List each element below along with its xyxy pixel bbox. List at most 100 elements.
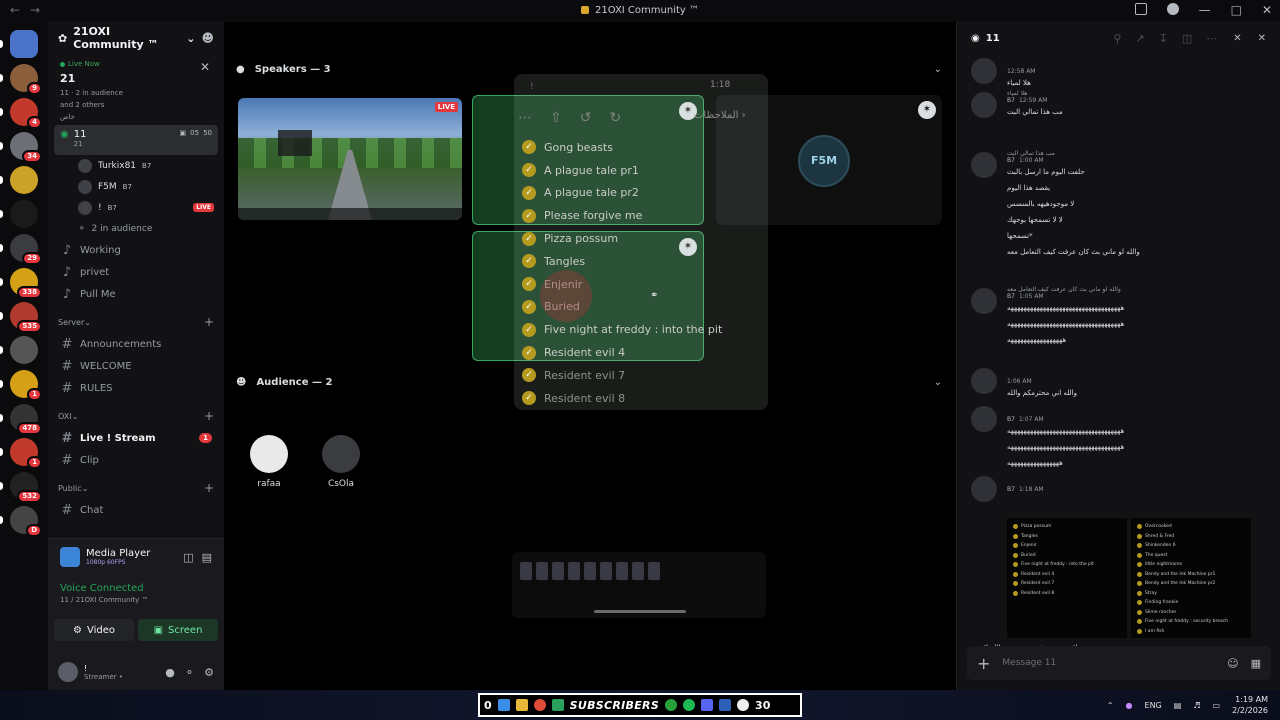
invite-icon[interactable]: ☻ — [201, 31, 214, 45]
screenshot-attachment[interactable]: Overcooked Shred & Fred Shinkenden 6 The qu… — [1131, 518, 1251, 638]
text-channel[interactable]: # Clip — [48, 449, 224, 471]
category-header[interactable]: OXI ⌄ + — [48, 405, 224, 427]
server-icon[interactable] — [10, 336, 38, 364]
chat-message[interactable]: والله لو ماني بث كان عرفت كيف التعامل مع… — [971, 286, 1267, 348]
server-icon[interactable]: 1 — [10, 438, 42, 469]
chrome-icon[interactable] — [533, 699, 546, 711]
voice-channel[interactable]: ♪ Pull Me — [48, 283, 224, 305]
popout-icon[interactable]: ◫ — [183, 551, 193, 564]
add-channel-icon[interactable]: + — [204, 481, 214, 495]
chevron-down-icon[interactable]: ⌄ — [934, 377, 942, 388]
server-icon[interactable]: 532 — [10, 472, 42, 503]
server-icon[interactable] — [10, 30, 38, 58]
media-player-activity[interactable]: Media Player 1080p 60FPS ◫ ▤ — [48, 539, 224, 575]
chat-message[interactable]: مب هذا تمالي البت B7 1:00 AM حلفت اليوم ما … — [971, 150, 1267, 260]
server-icon[interactable]: 338 — [10, 268, 42, 299]
help-icon[interactable] — [1166, 3, 1179, 15]
server-header[interactable]: ✿ 21OXI Community ™ ⌄ ☻ — [48, 22, 224, 54]
category-header[interactable]: Server ⌄ + — [48, 311, 224, 333]
gear-icon[interactable]: ⚙ — [204, 666, 214, 679]
notes-back[interactable]: الملاحظات › — [694, 110, 746, 121]
inbox-icon[interactable] — [1134, 3, 1147, 15]
chat-message[interactable]: 12:58 AM هلا لمياء — [971, 56, 1267, 91]
avatar[interactable] — [971, 288, 997, 314]
battery-icon[interactable]: ▭ — [1213, 701, 1221, 710]
media-icon[interactable] — [737, 699, 750, 711]
avatar[interactable] — [58, 662, 78, 682]
chevron-up-icon[interactable]: ⌃ — [1107, 701, 1114, 710]
audience-member[interactable]: rafaa — [239, 435, 299, 489]
network-icon[interactable]: ▤ — [1174, 701, 1182, 710]
stream-tile[interactable]: LIVE — [238, 98, 462, 220]
discord-icon[interactable] — [701, 699, 714, 711]
clock[interactable]: 1:19 AM 2/2/2026 — [1232, 694, 1268, 716]
category-header[interactable]: Public ⌄ + — [48, 477, 224, 499]
emoji-icon[interactable]: ☺ — [1227, 657, 1238, 670]
screen-share-button[interactable]: ▣ Screen — [138, 619, 218, 641]
close-icon[interactable]: ✕ — [1258, 33, 1266, 44]
popout-icon[interactable]: ◫ — [1182, 32, 1192, 45]
undo-icon[interactable]: ↺ — [580, 110, 592, 126]
more-icon[interactable]: ⋯ — [518, 110, 532, 126]
server-icon[interactable]: 535 — [10, 302, 42, 333]
minimize-button[interactable]: — — [1199, 3, 1211, 17]
avatar[interactable] — [971, 58, 997, 84]
redo-icon[interactable]: ↻ — [609, 110, 621, 126]
headphones-icon[interactable]: ⚬ — [185, 666, 194, 679]
language-indicator[interactable]: ENG — [1145, 701, 1162, 710]
download-icon[interactable]: ↧ — [1159, 32, 1168, 45]
folder-icon[interactable] — [515, 699, 528, 711]
apps-icon[interactable]: ▦ — [1251, 657, 1261, 670]
avatar[interactable] — [971, 368, 997, 394]
voice-channel-11[interactable]: ◉ 11 21 ▣ 05 50 — [54, 125, 218, 155]
volume-icon[interactable]: ♬ — [1193, 701, 1200, 710]
add-channel-icon[interactable]: + — [204, 409, 214, 423]
avatar[interactable] — [971, 406, 997, 432]
voice-channel[interactable]: ♪ Working — [48, 239, 224, 261]
share-icon[interactable]: ⇧ — [550, 110, 562, 126]
microphone-icon[interactable]: ● — [165, 666, 175, 679]
server-icon[interactable]: 4 — [10, 98, 42, 129]
collapse-icon[interactable]: ✕ — [1233, 33, 1241, 44]
photoshop-icon[interactable] — [719, 699, 732, 711]
chat-message[interactable]: هلا لمياء B7 12:59 AM مب هذا تمالي البت — [971, 90, 1267, 120]
message-input[interactable]: Message 11 — [1002, 658, 1056, 668]
server-icon[interactable] — [10, 200, 38, 228]
text-channel[interactable]: # WELCOME — [48, 355, 224, 377]
close-button[interactable]: ✕ — [1262, 3, 1272, 17]
chevron-down-icon[interactable]: ⌄ — [934, 64, 942, 75]
add-attachment-icon[interactable]: + — [977, 654, 990, 673]
audience-member[interactable]: CsOla — [311, 435, 371, 489]
reply-preview[interactable]: والله لو ماني بث كان عرفت كيف التعامل مع… — [1007, 286, 1267, 293]
avatar[interactable] — [971, 476, 997, 502]
text-channel[interactable]: # RULES — [48, 377, 224, 399]
server-icon[interactable]: 9 — [10, 64, 42, 95]
text-channel[interactable]: # Chat — [48, 499, 224, 521]
text-channel[interactable]: # Live ! Stream 1 — [48, 427, 224, 449]
windows-icon[interactable] — [497, 699, 510, 711]
server-icon[interactable]: 478 — [10, 404, 42, 435]
video-button[interactable]: ⚙ Video — [54, 619, 134, 641]
reply-preview[interactable]: هلا لمياء — [1007, 90, 1267, 97]
server-icon[interactable]: 34 — [10, 132, 42, 163]
avatar[interactable] — [971, 152, 997, 178]
screenshot-attachment[interactable]: Pizza possum Tangles Enjenir Buried Five nig… — [1007, 518, 1127, 638]
maximize-button[interactable]: □ — [1231, 3, 1242, 17]
voice-member[interactable]: F5M B7 — [48, 176, 224, 197]
share-icon[interactable]: ↗ — [1135, 32, 1144, 45]
chat-message[interactable]: 1:06 AM والله اني محترمكم والله — [971, 366, 1267, 401]
voice-member[interactable]: ! B7 LIVE — [48, 197, 224, 218]
spotify-icon[interactable] — [683, 699, 696, 711]
server-icon[interactable]: D — [10, 506, 42, 537]
reply-preview[interactable]: مب هذا تمالي البت — [1007, 150, 1267, 157]
text-channel[interactable]: # Announcements — [48, 333, 224, 355]
soundboard-icon[interactable]: ▤ — [202, 551, 212, 564]
more-icon[interactable]: ⋯ — [1206, 32, 1217, 45]
chat-message[interactable]: B7 1:18 AM — [971, 474, 1267, 502]
microphone-icon[interactable]: ● — [1126, 701, 1133, 710]
message-composer[interactable]: + Message 11 ☺ ▦ — [967, 646, 1271, 680]
close-icon[interactable]: ✕ — [200, 60, 210, 74]
server-icon[interactable]: 1 — [10, 370, 42, 401]
avatar[interactable] — [971, 92, 997, 118]
chat-message[interactable]: B7 1:07 AM ههههههههههههههههههههههههههههههه… — [971, 404, 1267, 471]
